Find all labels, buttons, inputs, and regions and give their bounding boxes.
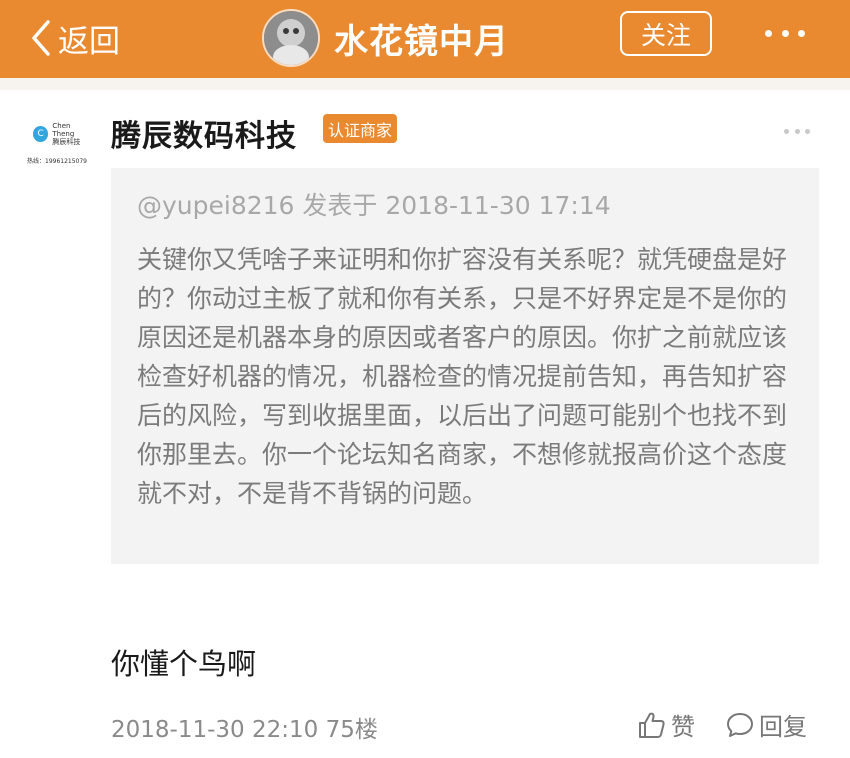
post-meta: 2018-11-30 22:10 75楼 <box>111 710 378 744</box>
chevron-left-icon <box>32 20 50 56</box>
quote-text: 关键你又凭啥子来证明和你扩容没有关系呢？就凭硬盘是好的？你动过主板了就和你有关系… <box>137 245 788 508</box>
like-label: 赞 <box>671 713 695 741</box>
reply-button[interactable]: 回复 <box>725 707 807 742</box>
thumb-up-icon <box>639 712 665 738</box>
divider <box>0 78 850 90</box>
verified-badge: 认证商家 <box>323 114 398 143</box>
comment-icon <box>727 712 753 737</box>
reply-label: 回复 <box>759 713 807 741</box>
logo-name-cn: 腾辰科技 <box>52 138 81 146</box>
follow-button[interactable]: 关注 <box>620 11 712 56</box>
back-button[interactable]: 返回 <box>30 16 120 60</box>
page-title: 水花镜中月 <box>334 21 509 62</box>
post-more-icon[interactable] <box>784 129 810 134</box>
avatar[interactable] <box>262 9 320 67</box>
back-label: 返回 <box>58 23 120 60</box>
quoted-post[interactable]: @yupei8216 发表于 2018-11-30 17:14 关键你又凭啥子来… <box>111 168 819 564</box>
logo-phone: 热线：19961215079 <box>27 158 87 165</box>
title-area: 水花镜中月 <box>262 8 509 68</box>
author-name[interactable]: 腾辰数码科技 <box>111 111 297 155</box>
like-button[interactable]: 赞 <box>637 707 695 742</box>
post-timestamp: 2018-11-30 22:10 <box>111 717 319 743</box>
quote-meta: @yupei8216 发表于 2018-11-30 17:14 <box>137 191 611 220</box>
reply-text: 你懂个鸟啊 <box>111 647 257 681</box>
logo-name: Chen Theng <box>52 122 75 138</box>
top-bar: 返回 水花镜中月 关注 <box>0 0 850 78</box>
author-avatar[interactable]: C Chen Theng 腾辰科技 热线：19961215079 <box>27 122 93 168</box>
more-icon[interactable] <box>765 26 805 40</box>
logo-mark-icon: C <box>33 126 49 142</box>
floor-number: 75楼 <box>325 717 378 743</box>
